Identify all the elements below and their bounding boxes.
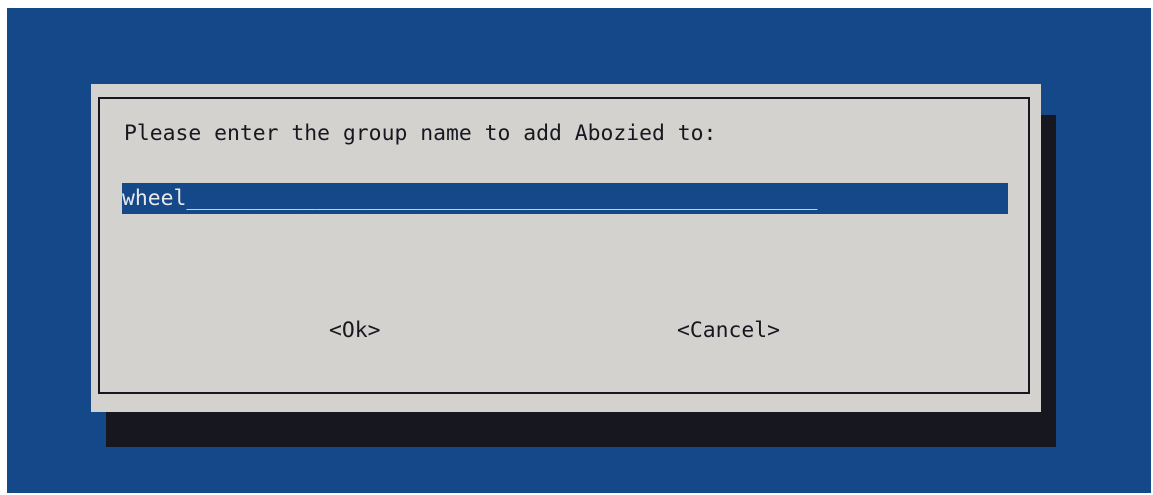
cancel-button[interactable]: <Cancel> <box>677 317 780 345</box>
dialog-prompt: Please enter the group name to add Abozi… <box>124 121 717 146</box>
screen: Please enter the group name to add Abozi… <box>0 0 1153 495</box>
group-name-value: wheel <box>122 186 187 211</box>
dialog-buttons: <Ok> <Cancel> <box>91 317 1041 345</box>
group-name-input[interactable]: wheel___________________________________… <box>122 183 1008 214</box>
ok-button[interactable]: <Ok> <box>329 317 381 345</box>
input-dialog: Please enter the group name to add Abozi… <box>91 84 1041 412</box>
input-fill-underscores: ________________________________________… <box>186 186 818 211</box>
